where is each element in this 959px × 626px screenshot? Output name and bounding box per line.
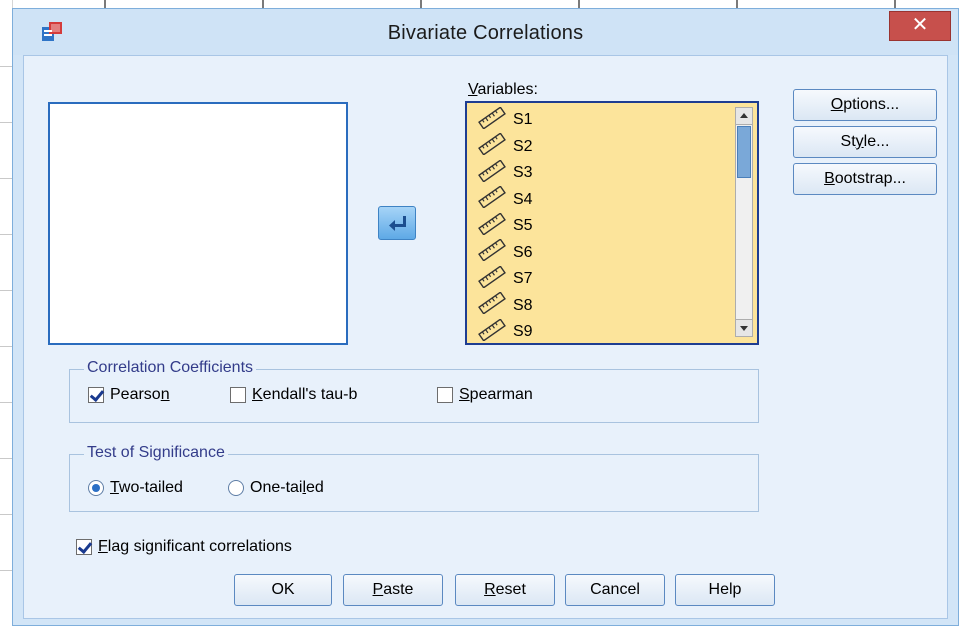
style-accel: y [855,133,864,150]
scroll-thumb[interactable] [737,126,751,178]
grid-line [0,290,12,291]
correlation-coefficients-group: Correlation Coefficients Pearson Kendall… [69,359,759,423]
two-tailed-label: wo-tailed [118,479,183,496]
source-variable-list[interactable] [48,102,348,345]
two-tailed-option[interactable]: Two-tailed [88,479,183,497]
ruler-icon [477,291,513,319]
paste-accel: P [372,581,384,598]
variable-item[interactable]: S3 [477,158,533,187]
variables-list[interactable]: S1 S2 S3 S4 S5 S6 S7 S8 S9 [465,101,759,345]
spearman-checkbox[interactable] [437,387,453,403]
help-button[interactable]: Help [675,574,775,606]
one-tailed-label-pre: One-tai [250,479,303,496]
test-of-significance-group: Test of Significance Two-tailed One-tail… [69,444,759,512]
reset-accel: R [484,581,496,598]
paste-button[interactable]: Paste [343,574,443,606]
variables-label-text: ariables: [477,81,538,98]
kendall-label: endall's tau-b [262,386,358,403]
grid-line [0,514,12,515]
variable-item-label: S6 [513,243,533,261]
test-of-significance-title: Test of Significance [84,444,228,462]
variable-item-label: S5 [513,217,533,234]
bootstrap-button[interactable]: Bootstrap... [793,163,937,195]
kendall-accel: K [252,386,263,403]
ruler-icon [477,105,513,134]
ok-button[interactable]: OK [234,574,332,606]
ruler-icon [477,185,513,213]
grid-line [0,570,12,571]
style-label-pre: St [840,133,856,150]
variable-item-label: S7 [513,270,533,287]
reset-button[interactable]: Reset [455,574,555,606]
variable-item[interactable]: S5 [477,211,533,240]
ruler-icon [477,238,513,266]
pearson-accel: n [160,386,170,403]
ruler-icon [477,132,513,160]
one-tailed-radio[interactable] [228,480,244,496]
dialog-title: Bivariate Correlations [387,22,584,44]
variable-item-label: S1 [513,111,533,128]
spearman-accel: S [459,386,470,403]
bootstrap-label: ootstrap... [834,170,906,187]
options-accel: O [830,96,844,113]
variables-label: Variables: [468,81,538,99]
spearman-label: pearman [469,386,533,403]
flag-significant-option[interactable]: Flag significant correlations [76,538,292,556]
title-bar[interactable]: Bivariate Correlations ✕ [13,9,958,55]
grid-line [0,122,12,123]
variable-item[interactable]: S9 [477,317,533,344]
pearson-option[interactable]: Pearson [88,386,170,404]
grid-line [0,178,12,179]
variable-item[interactable]: S7 [477,264,533,293]
grid-line [0,66,12,67]
grid-line [0,234,12,235]
style-button[interactable]: Style... [793,126,937,158]
pearson-checkbox[interactable] [88,387,104,403]
variable-item-label: S4 [513,190,533,208]
one-tailed-option[interactable]: One-tailed [228,479,324,497]
ruler-icon [477,264,513,293]
ruler-icon [477,158,513,187]
variable-item[interactable]: S1 [477,105,533,134]
options-label: ptions... [843,96,900,113]
paste-label: aste [383,581,414,598]
grid-line [0,402,12,403]
two-tailed-accel: T [110,479,119,496]
grid-line [0,458,12,459]
ruler-icon [477,317,513,344]
correlation-coefficients-title: Correlation Coefficients [84,359,257,377]
variable-item-label: S8 [513,296,533,314]
variable-item-label: S2 [513,137,533,155]
style-label: le... [863,133,890,150]
kendall-option[interactable]: Kendall's tau-b [230,386,357,404]
bivariate-correlations-dialog: Bivariate Correlations ✕ Variables: S1 S2… [12,8,959,626]
arrow-left-icon [389,216,406,231]
variable-item[interactable]: S2 [477,132,533,160]
bootstrap-accel: B [824,170,835,187]
move-variable-button[interactable] [378,206,416,240]
close-button[interactable]: ✕ [889,11,951,41]
pearson-label: Pearso [110,386,161,403]
flag-significant-checkbox[interactable] [76,539,92,555]
options-button[interactable]: Options... [793,89,937,121]
flag-label: lag significant correlations [107,538,292,555]
one-tailed-label: ed [306,479,324,496]
reset-label: eset [495,581,526,598]
kendall-checkbox[interactable] [230,387,246,403]
ruler-icon [477,211,513,240]
flag-accel: F [98,538,108,555]
scroll-down-icon[interactable] [736,319,752,336]
variable-item-label: S3 [513,164,533,181]
variable-item[interactable]: S6 [477,238,533,266]
spearman-option[interactable]: Spearman [437,386,533,404]
variable-item-label: S9 [513,323,533,340]
dialog-client-area: Variables: S1 S2 S3 S4 S5 S6 S7 S8 S9 Options...… [23,55,948,619]
cancel-button[interactable]: Cancel [565,574,665,606]
two-tailed-radio[interactable] [88,480,104,496]
grid-line [0,346,12,347]
variables-scrollbar[interactable] [735,107,753,337]
variable-item[interactable]: S4 [477,185,533,213]
variable-item[interactable]: S8 [477,291,533,319]
scroll-up-icon[interactable] [736,108,752,125]
